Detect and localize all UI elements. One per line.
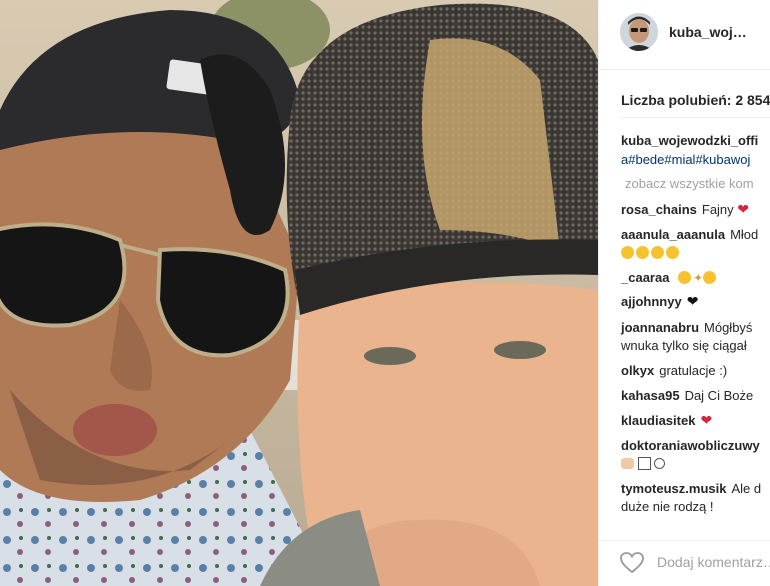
post-footer: Dodaj komentarz… (599, 540, 770, 586)
comment-username[interactable]: _caaraa (621, 270, 669, 285)
post-header: kuba_woj… (599, 0, 770, 70)
comment-username[interactable]: joannanabru (621, 320, 699, 335)
caption-hashtags[interactable]: a#bede#mial#kubawoj (621, 150, 758, 169)
post-caption: kuba_wojewodzki_offi a#bede#mial#kubawoj (621, 131, 758, 169)
add-comment-input[interactable]: Dodaj komentarz… (657, 554, 770, 570)
heart-outline-icon[interactable] (619, 550, 645, 576)
comment: doktoraniawobliczuwy (621, 436, 765, 455)
avatar[interactable] (620, 13, 658, 51)
comment-username[interactable]: doktoraniawobliczuwy (621, 438, 760, 453)
comment-text: gratulacje :) (659, 363, 728, 378)
comment-username[interactable]: kahasa95 (621, 388, 680, 403)
comment-continuation: duże nie rodzą ! (621, 499, 714, 514)
smiley-icon (621, 246, 634, 259)
comment-text: Daj Ci Boże (684, 388, 754, 403)
comment: aaanula_aaanula Młod (621, 225, 758, 244)
avatar-image (620, 13, 658, 51)
comment-username[interactable]: rosa_chains (621, 202, 697, 217)
comment: joannanabru Mógłbyś (621, 318, 752, 337)
comment-username[interactable]: ajjohnnyy (621, 294, 682, 309)
comment: ajjohnnyy ❤ (621, 292, 698, 311)
smiley-icon (666, 246, 679, 259)
comment-emoji-line (621, 454, 666, 473)
comment: klaudiasitek ❤ (621, 411, 712, 430)
keypad-icon (637, 457, 651, 470)
comment: tymoteusz.musik Ale d (621, 479, 761, 498)
comment-username[interactable]: tymoteusz.musik (621, 481, 726, 496)
photo-image (0, 0, 598, 586)
comment-username[interactable]: klaudiasitek (621, 413, 695, 428)
comment-username[interactable]: aaanula_aaanula (621, 227, 725, 242)
smiley-icon (678, 271, 692, 284)
comment-text: Fajny (701, 202, 734, 217)
smiley-outline-icon (654, 458, 666, 469)
comment-text: Ale d (731, 481, 762, 496)
comment-username[interactable]: olkyx (621, 363, 654, 378)
smiley-icon (651, 246, 664, 259)
likes-count[interactable]: Liczba polubień: 2 854 (621, 92, 770, 108)
comment: olkyx gratulacje :) (621, 361, 727, 380)
post-photo[interactable] (0, 0, 598, 586)
caption-username[interactable]: kuba_wojewodzki_offi (621, 131, 758, 150)
comment-text: Młod (730, 227, 759, 242)
smiley-icon (636, 246, 649, 259)
broken-heart-icon: ❤ (737, 201, 750, 217)
post-username[interactable]: kuba_woj… (669, 24, 747, 40)
comment-emoji-line (621, 243, 681, 262)
hand-icon (621, 458, 634, 469)
likes-divider (621, 117, 770, 118)
laughing-icon (703, 271, 717, 284)
comment: kahasa95 Daj Ci Boże (621, 386, 753, 405)
comment-continuation: wnuka tylko się ciągał (621, 338, 747, 353)
post-sidebar: kuba_woj… Liczba polubień: 2 854 kuba_wo… (598, 0, 770, 586)
comment-text: Mógłbyś (704, 320, 753, 335)
see-all-comments-link[interactable]: zobacz wszystkie kom (625, 176, 754, 191)
sparkle-icon: ✦ (693, 271, 704, 285)
comment: rosa_chains Fajny ❤ (621, 200, 749, 219)
comment: _caaraa ✦ (621, 268, 718, 288)
red-heart-icon: ❤ (700, 412, 713, 428)
black-heart-icon: ❤ (686, 293, 699, 309)
